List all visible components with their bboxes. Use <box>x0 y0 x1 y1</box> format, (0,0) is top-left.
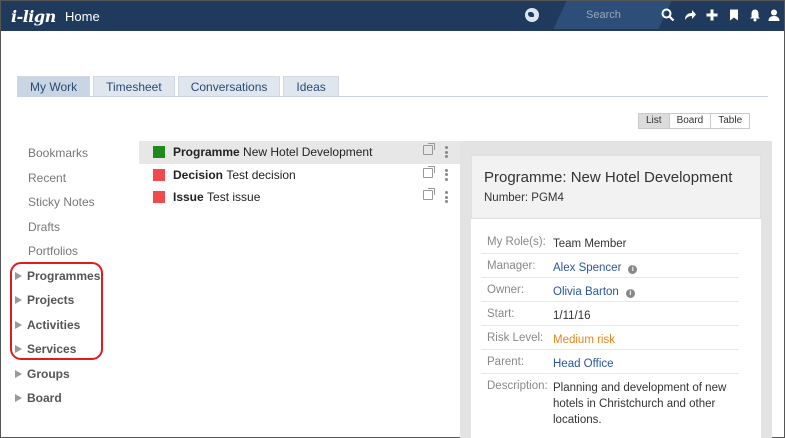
item-name: Test decision <box>226 167 296 182</box>
prop-risk-level: Risk Level: Medium risk <box>481 326 739 350</box>
prop-label: Description: <box>487 380 548 392</box>
tab-ideas[interactable]: Ideas <box>283 76 339 97</box>
work-item-list: Programme New Hotel Development Decision… <box>139 141 460 209</box>
main-tabs: My Work Timesheet Conversations Ideas <box>17 76 342 98</box>
nav-item-bookmarks[interactable]: Bookmarks <box>15 144 115 169</box>
search-icon[interactable] <box>661 8 675 22</box>
prop-value: Team Member <box>553 238 627 250</box>
bookmark-icon[interactable] <box>727 8 741 22</box>
expand-triangle-icon <box>15 369 22 378</box>
item-name: New Hotel Development <box>243 145 373 159</box>
list-item[interactable]: Programme New Hotel Development <box>139 141 460 164</box>
detail-properties: My Role(s): Team Member Manager: Alex Sp… <box>471 219 761 438</box>
prop-description: Description: Planning and development of… <box>481 374 739 438</box>
bell-icon[interactable] <box>748 8 762 22</box>
open-external-icon[interactable] <box>423 188 435 200</box>
open-external-icon[interactable] <box>423 143 435 155</box>
prop-owner: Owner: Olivia Barton i <box>481 278 739 302</box>
parent-link[interactable]: Head Office <box>553 356 614 372</box>
owner-link[interactable]: Olivia Barton i <box>553 284 635 300</box>
nav-item-recent[interactable]: Recent <box>15 169 115 194</box>
manager-link[interactable]: Alex Spencer i <box>553 260 638 276</box>
prop-start: Start: 1/11/16 <box>481 302 739 326</box>
page-title: Home <box>65 9 100 24</box>
nav-item-drafts[interactable]: Drafts <box>15 218 115 243</box>
app-logo[interactable]: i-lign <box>11 7 56 26</box>
detail-number: Number: PGM4 <box>484 192 564 204</box>
programme-status-square <box>153 146 165 158</box>
nav-item-sticky-notes[interactable]: Sticky Notes <box>15 193 115 218</box>
prop-label: My Role(s): <box>487 236 546 248</box>
list-item[interactable]: Decision Test decision <box>139 164 460 187</box>
description-text: Planning and development of new hotels i… <box>553 382 727 426</box>
item-name: Test issue <box>207 190 261 204</box>
prop-label: Owner: <box>487 284 525 296</box>
issue-status-square <box>153 191 165 203</box>
globe-icon[interactable] <box>525 8 539 22</box>
expand-triangle-icon <box>15 394 22 402</box>
info-icon[interactable]: i <box>628 265 638 274</box>
prop-label: Start: <box>487 308 515 320</box>
tabs-divider <box>17 96 768 97</box>
user-icon[interactable] <box>767 8 781 22</box>
manager-name: Alex Spencer <box>553 262 622 274</box>
more-options-icon[interactable] <box>445 191 448 203</box>
view-list-button[interactable]: List <box>638 113 670 129</box>
more-options-icon[interactable] <box>445 168 448 181</box>
nav-group-board[interactable]: Board <box>15 389 115 414</box>
more-options-icon[interactable] <box>445 146 448 158</box>
share-icon[interactable] <box>683 8 697 22</box>
tab-my-work[interactable]: My Work <box>17 76 91 97</box>
detail-title: Programme: New Hotel Development <box>484 169 733 186</box>
add-icon[interactable] <box>705 8 719 22</box>
prop-label: Risk Level: <box>487 332 544 344</box>
prop-value: 1/11/16 <box>553 310 591 322</box>
prop-parent: Parent: Head Office <box>481 350 739 374</box>
open-external-icon[interactable] <box>423 165 435 178</box>
detail-header: Programme: New Hotel Development Number:… <box>471 155 761 219</box>
view-table-button[interactable]: Table <box>710 113 751 129</box>
nav-group-groups[interactable]: Groups <box>15 365 115 390</box>
item-type: Issue <box>173 190 208 204</box>
owner-name: Olivia Barton <box>553 286 619 298</box>
item-type: Programme <box>173 145 244 159</box>
search-input[interactable] <box>586 7 656 23</box>
tab-timesheet[interactable]: Timesheet <box>93 76 175 97</box>
tab-conversations[interactable]: Conversations <box>177 76 281 97</box>
view-board-button[interactable]: Board <box>668 113 712 129</box>
info-icon[interactable]: i <box>625 289 635 298</box>
list-item[interactable]: Issue Test issue <box>139 186 460 209</box>
decision-status-square <box>153 168 165 181</box>
prop-label: Parent: <box>487 356 525 368</box>
nav-group-label: Groups <box>27 366 70 381</box>
risk-level-value: Medium risk <box>553 334 615 346</box>
item-type: Decision <box>173 167 227 182</box>
prop-manager: Manager: Alex Spencer i <box>481 254 739 278</box>
prop-my-roles: My Role(s): Team Member <box>481 230 739 254</box>
prop-label: Manager: <box>487 260 536 272</box>
nav-group-label: Board <box>27 391 62 405</box>
highlight-annotation <box>10 262 103 360</box>
view-toggle: List Board Table <box>638 113 751 129</box>
